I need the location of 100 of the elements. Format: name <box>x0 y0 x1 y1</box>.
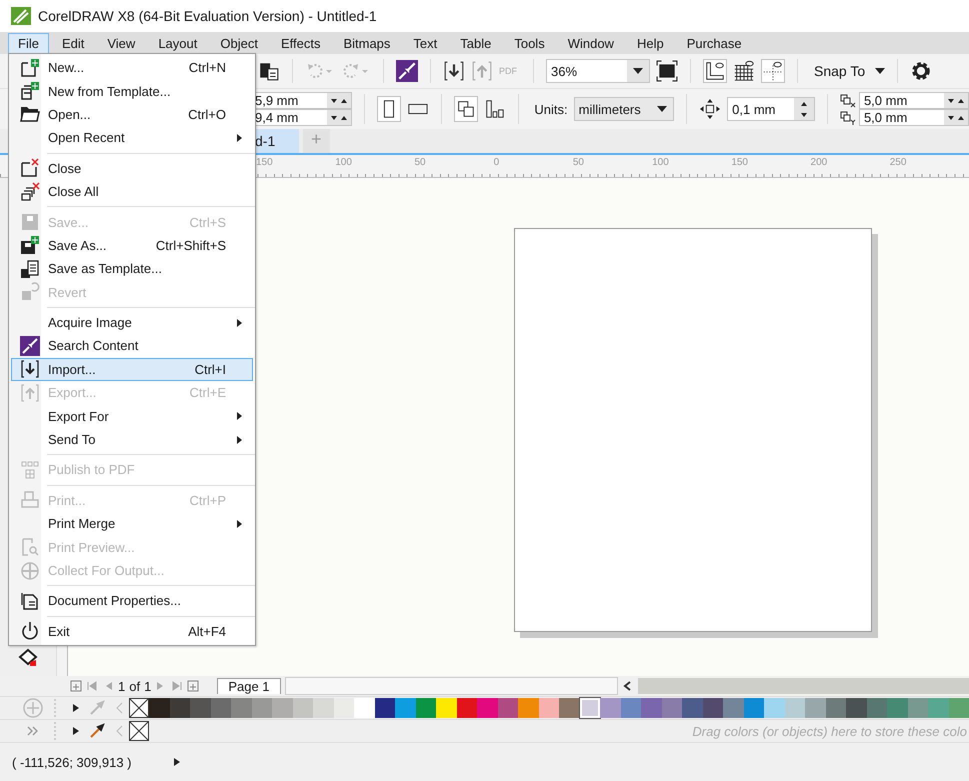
color-swatch[interactable] <box>210 698 231 718</box>
color-swatch[interactable] <box>682 698 702 718</box>
color-swatch[interactable] <box>784 698 805 718</box>
color-swatch[interactable] <box>580 698 600 718</box>
fill-icon[interactable] <box>18 648 38 668</box>
menu-item[interactable]: Edit <box>52 32 94 54</box>
first-page-icon[interactable] <box>86 680 98 692</box>
snap-to-button[interactable]: Snap To <box>810 63 870 79</box>
palette-menu-icon[interactable] <box>73 727 79 735</box>
zoom-dropdown[interactable]: 36% <box>546 59 650 83</box>
menu-item[interactable]: New... Ctrl+N <box>11 56 253 80</box>
color-swatch[interactable] <box>149 698 170 718</box>
color-swatch[interactable] <box>498 698 518 718</box>
menu-item[interactable]: Print Merge <box>11 512 253 536</box>
full-screen-icon[interactable] <box>656 60 678 82</box>
menu-item[interactable]: Tools <box>504 32 555 54</box>
grid-icon[interactable] <box>733 60 755 82</box>
duplicate-x-field[interactable]: 5,0 mm <box>858 92 969 109</box>
color-swatch[interactable] <box>374 698 395 718</box>
menu-item[interactable]: Table <box>450 32 502 54</box>
add-page-icon[interactable] <box>187 680 200 692</box>
undo-icon[interactable] <box>305 61 335 81</box>
portrait-icon[interactable] <box>376 96 401 122</box>
color-swatch[interactable] <box>887 698 908 718</box>
menu-item[interactable]: Save as Template... <box>11 257 253 281</box>
add-page-icon[interactable] <box>70 680 82 692</box>
color-swatch[interactable] <box>252 698 272 718</box>
expand-arrow-icon[interactable] <box>174 758 180 766</box>
color-swatch[interactable] <box>764 698 784 718</box>
last-page-icon[interactable] <box>171 680 184 692</box>
menu-item[interactable]: Save As... Ctrl+Shift+S <box>11 234 253 258</box>
color-swatch[interactable] <box>723 698 744 718</box>
color-swatch[interactable] <box>190 698 210 718</box>
menu-item[interactable]: Effects <box>270 32 330 54</box>
menu-item[interactable]: Exit Alt+F4 <box>11 620 253 643</box>
no-color-swatch[interactable] <box>129 721 149 741</box>
menu-item[interactable]: Import... Ctrl+I <box>11 358 253 382</box>
export-icon[interactable] <box>471 60 493 82</box>
menu-item[interactable]: View <box>97 32 146 54</box>
color-swatch[interactable] <box>292 698 313 718</box>
menu-item[interactable]: Document Properties... <box>11 589 253 613</box>
rulers-icon[interactable] <box>703 59 727 83</box>
color-swatch[interactable] <box>928 698 948 718</box>
settings-icon[interactable] <box>910 60 932 82</box>
color-swatch[interactable] <box>334 698 354 718</box>
eyedropper-icon[interactable] <box>89 723 105 739</box>
menu-item[interactable]: Send To <box>11 428 253 452</box>
menu-item[interactable]: Search Content <box>11 334 253 358</box>
color-swatch[interactable] <box>518 698 538 718</box>
menu-item[interactable]: New from Template... <box>11 79 253 103</box>
color-swatch[interactable] <box>559 698 580 718</box>
menu-item[interactable]: Export For <box>11 404 253 428</box>
menu-item[interactable]: Close <box>11 156 253 180</box>
color-swatch[interactable] <box>805 698 826 718</box>
color-swatch[interactable] <box>620 698 641 718</box>
menu-item[interactable]: File <box>8 32 49 54</box>
color-swatch[interactable] <box>456 698 477 718</box>
menu-item[interactable]: Help <box>626 32 674 54</box>
menu-item[interactable]: Layout <box>148 32 208 54</box>
guidelines-icon[interactable] <box>761 59 785 83</box>
document-tab[interactable]: d-1 <box>255 129 299 153</box>
menu-item[interactable]: Window <box>558 32 624 54</box>
menu-item[interactable]: Open... Ctrl+O <box>11 102 253 126</box>
color-swatch[interactable] <box>170 698 190 718</box>
duplicate-y-field[interactable]: 5,0 mm <box>858 109 969 126</box>
color-swatch[interactable] <box>416 698 436 718</box>
color-swatch[interactable] <box>538 698 559 718</box>
palette-menu-icon[interactable] <box>73 704 79 712</box>
expand-icon[interactable] <box>27 726 39 736</box>
color-swatch[interactable] <box>231 698 252 718</box>
color-swatch[interactable] <box>600 698 620 718</box>
units-dropdown[interactable]: millimeters <box>574 97 674 121</box>
color-swatch[interactable] <box>641 698 662 718</box>
color-swatch[interactable] <box>702 698 723 718</box>
dropdown-arrow-icon[interactable] <box>875 68 886 74</box>
menu-item[interactable]: Open Recent <box>11 126 253 150</box>
color-swatch[interactable] <box>908 698 928 718</box>
color-swatch[interactable] <box>272 698 292 718</box>
horizontal-scrollbar[interactable] <box>638 678 969 694</box>
color-swatch[interactable] <box>662 698 682 718</box>
import-icon[interactable] <box>443 60 465 82</box>
menu-item[interactable]: Object <box>210 32 268 54</box>
menu-item[interactable]: Close All <box>11 180 253 204</box>
menu-item[interactable]: Acquire Image <box>11 310 253 334</box>
no-color-swatch[interactable] <box>129 698 149 718</box>
nudge-field[interactable]: 0,1 mm <box>727 97 816 121</box>
redo-icon[interactable] <box>341 61 371 81</box>
all-pages-icon[interactable] <box>454 96 478 122</box>
menu-item[interactable]: Purchase <box>676 32 752 54</box>
color-swatch[interactable] <box>866 698 887 718</box>
color-swatch[interactable] <box>846 698 866 718</box>
color-swatch[interactable] <box>354 698 374 718</box>
color-swatch[interactable] <box>826 698 846 718</box>
color-swatch[interactable] <box>477 698 498 718</box>
menu-item[interactable]: Text <box>403 32 448 54</box>
add-icon[interactable] <box>23 698 43 718</box>
color-swatch[interactable] <box>313 698 334 718</box>
search-content-icon[interactable] <box>396 60 418 82</box>
menu-item[interactable]: Bitmaps <box>333 32 400 54</box>
color-swatch[interactable] <box>436 698 456 718</box>
